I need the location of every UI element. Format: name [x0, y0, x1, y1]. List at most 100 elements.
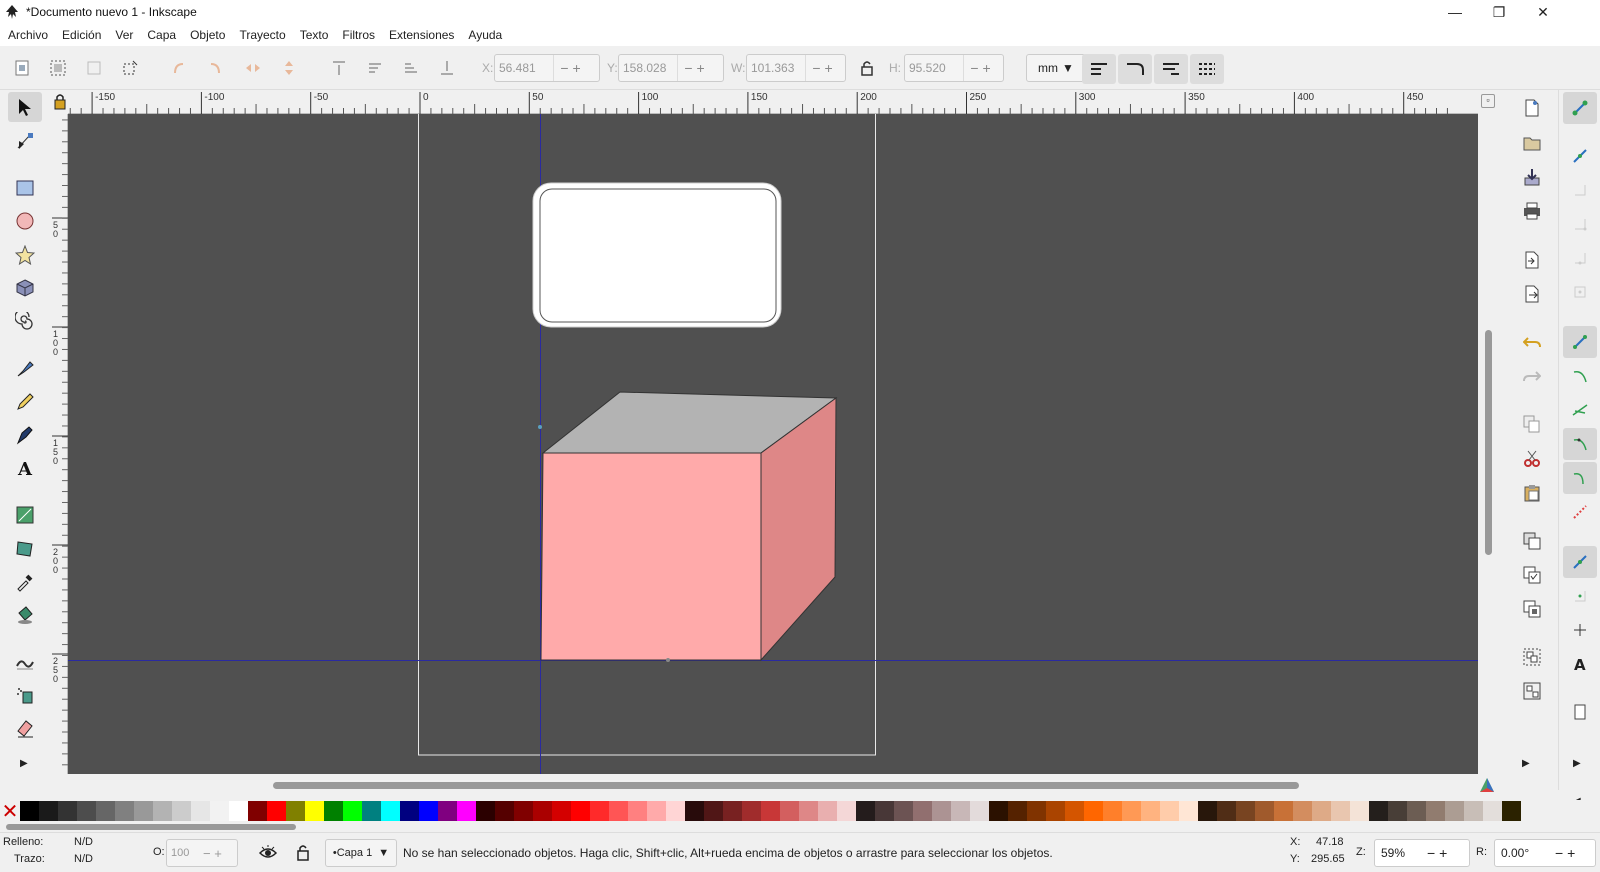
color-swatch[interactable]	[1255, 801, 1274, 821]
color-swatch[interactable]	[685, 801, 704, 821]
raise-icon[interactable]	[361, 54, 389, 82]
spray-icon[interactable]	[8, 680, 42, 710]
color-swatch[interactable]	[324, 801, 343, 821]
rotation-value[interactable]: 0.00°	[1501, 846, 1555, 860]
cube-anchor-point[interactable]	[666, 658, 670, 662]
tweak-icon[interactable]	[8, 647, 42, 677]
h-field[interactable]: 95.520 − +	[904, 54, 1004, 82]
zoom-field[interactable]: 59% − +	[1374, 839, 1470, 867]
snap-intersection-icon[interactable]	[1563, 394, 1597, 426]
select-all-layers-icon[interactable]	[44, 54, 72, 82]
redo-icon[interactable]	[1518, 362, 1546, 390]
palette-scrollbar[interactable]	[0, 822, 1600, 832]
y-value[interactable]: 158.028	[619, 61, 677, 75]
close-button[interactable]: ✕	[1520, 0, 1566, 24]
color-swatch[interactable]	[761, 801, 780, 821]
color-swatch[interactable]	[1445, 801, 1464, 821]
opacity-value[interactable]: 100	[167, 847, 203, 859]
color-swatch[interactable]	[628, 801, 647, 821]
color-swatch[interactable]	[932, 801, 951, 821]
color-swatch[interactable]	[58, 801, 77, 821]
cut-icon[interactable]	[1518, 444, 1546, 472]
dropper-icon[interactable]	[8, 567, 42, 597]
vertical-scrollbar[interactable]: ▫	[1478, 90, 1500, 774]
color-swatch[interactable]	[343, 801, 362, 821]
w-value[interactable]: 101.363	[747, 61, 805, 75]
eraser-icon[interactable]	[8, 713, 42, 743]
color-swatch[interactable]	[647, 801, 666, 821]
vertical-scroll-thumb[interactable]	[1485, 330, 1492, 555]
horizontal-scroll-thumb[interactable]	[273, 782, 1299, 789]
snap-nodes-icon[interactable]	[1563, 326, 1597, 358]
ungroup-icon[interactable]	[1518, 677, 1546, 705]
color-swatch[interactable]	[989, 801, 1008, 821]
open-icon[interactable]	[1518, 129, 1546, 157]
color-swatch[interactable]	[115, 801, 134, 821]
color-swatch[interactable]	[1388, 801, 1407, 821]
menu-objeto[interactable]: Objeto	[190, 28, 225, 42]
color-swatch[interactable]	[1160, 801, 1179, 821]
color-manage-icon[interactable]	[1478, 776, 1496, 794]
rect-icon[interactable]	[8, 173, 42, 203]
lower-icon[interactable]	[397, 54, 425, 82]
paste-icon[interactable]	[1518, 479, 1546, 507]
rotation-stepper[interactable]: − +	[1555, 845, 1575, 861]
color-swatch[interactable]	[400, 801, 419, 821]
color-swatch[interactable]	[1141, 801, 1160, 821]
snap-bbox-edge-icon[interactable]	[1563, 174, 1597, 206]
color-swatch[interactable]	[1027, 801, 1046, 821]
sticky-zoom-icon[interactable]: ▫	[1481, 94, 1495, 108]
color-swatch[interactable]	[1502, 801, 1521, 821]
clone-icon[interactable]	[1518, 561, 1546, 589]
deselect-icon[interactable]	[116, 54, 144, 82]
color-swatch[interactable]	[96, 801, 115, 821]
menu-ayuda[interactable]: Ayuda	[468, 28, 502, 42]
calligraphy-icon[interactable]	[8, 420, 42, 450]
color-swatch[interactable]	[514, 801, 533, 821]
y-stepper[interactable]: − +	[677, 55, 711, 81]
color-swatch[interactable]	[1293, 801, 1312, 821]
color-swatch[interactable]	[39, 801, 58, 821]
color-swatch[interactable]	[1217, 801, 1236, 821]
save-icon[interactable]	[1518, 163, 1546, 191]
color-swatch[interactable]	[1179, 801, 1198, 821]
snap-expand-icon[interactable]: ▶	[1573, 758, 1581, 769]
color-swatch[interactable]	[495, 801, 514, 821]
snap-bbox-midpoint-icon[interactable]	[1563, 242, 1597, 274]
color-swatch[interactable]	[1236, 801, 1255, 821]
select-all-icon[interactable]	[8, 54, 36, 82]
flip-horizontal-icon[interactable]	[239, 54, 267, 82]
menu-edicion[interactable]: Edición	[62, 28, 101, 42]
invert-selection-icon[interactable]	[80, 54, 108, 82]
unlink-clone-icon[interactable]	[1518, 595, 1546, 623]
no-paint-swatch[interactable]: ✕	[0, 801, 20, 823]
snap-rotation-center-icon[interactable]	[1563, 614, 1597, 646]
color-swatch[interactable]	[970, 801, 989, 821]
color-swatch[interactable]	[20, 801, 39, 821]
color-swatch[interactable]	[153, 801, 172, 821]
print-icon[interactable]	[1518, 197, 1546, 225]
color-swatch[interactable]	[1008, 801, 1027, 821]
box3d-icon[interactable]	[8, 273, 42, 303]
export-icon[interactable]	[1518, 280, 1546, 308]
color-swatch[interactable]	[134, 801, 153, 821]
color-swatch[interactable]	[723, 801, 742, 821]
color-swatch[interactable]	[1426, 801, 1445, 821]
text-icon[interactable]: A	[8, 453, 42, 483]
zoom-value[interactable]: 59%	[1381, 846, 1427, 860]
color-swatch[interactable]	[1122, 801, 1141, 821]
color-swatch[interactable]	[229, 801, 248, 821]
color-swatch[interactable]	[476, 801, 495, 821]
color-swatch[interactable]	[1274, 801, 1293, 821]
snap-enable-icon[interactable]	[1563, 92, 1597, 124]
color-swatch[interactable]	[172, 801, 191, 821]
color-swatch[interactable]	[191, 801, 210, 821]
scale-corners-toggle[interactable]	[1118, 54, 1152, 84]
lock-proportions-icon[interactable]	[853, 54, 881, 82]
lock-guides-icon[interactable]	[53, 93, 67, 111]
palette-scroll-thumb[interactable]	[6, 824, 296, 830]
x-stepper[interactable]: − +	[553, 55, 587, 81]
snap-bbox-center-icon[interactable]	[1563, 276, 1597, 308]
opacity-stepper[interactable]: − +	[203, 846, 222, 861]
menu-capa[interactable]: Capa	[147, 28, 176, 42]
